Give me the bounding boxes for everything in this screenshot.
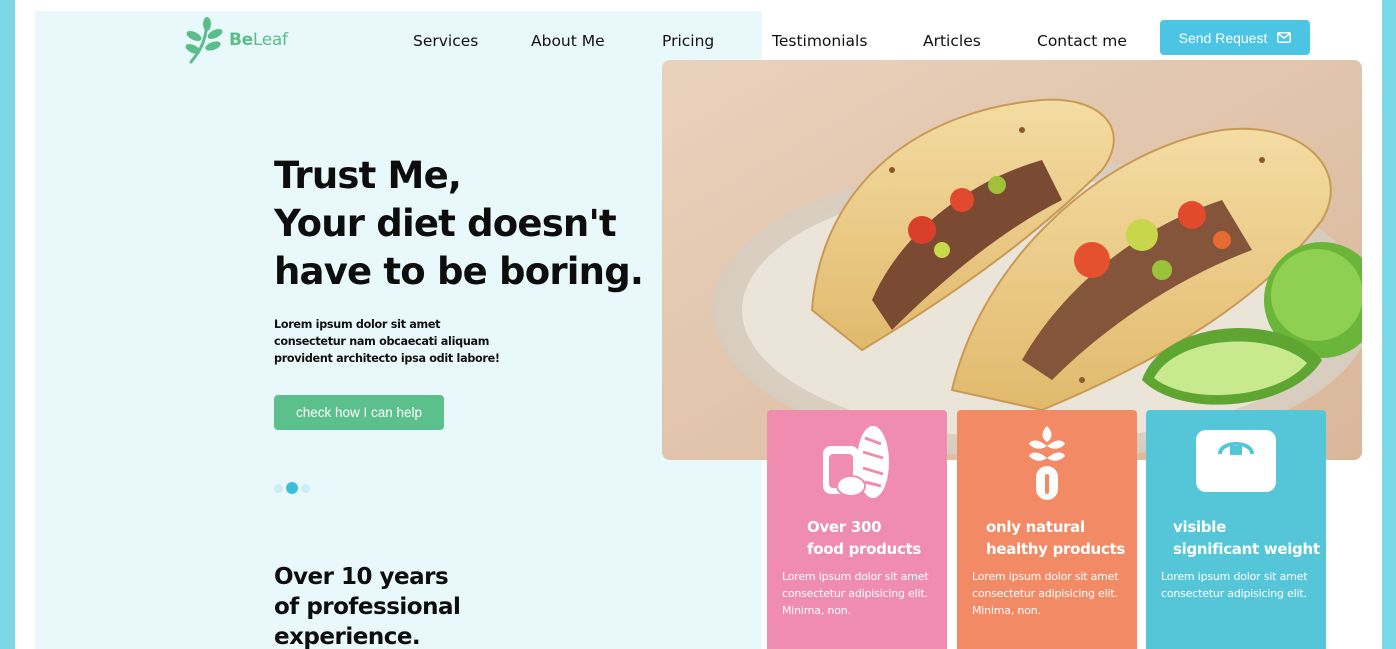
experience-title: Over 10 years of professional experience… xyxy=(274,562,534,649)
leaf-logo-icon xyxy=(185,17,223,64)
hero-title-line: Trust Me, xyxy=(274,154,462,197)
brand-name-part1: Be xyxy=(229,30,253,50)
page: BeLeaf Services About Me Pricing Testimo… xyxy=(15,0,1382,649)
feature-title-line: food products xyxy=(807,540,922,558)
feature-text: Lorem ipsum dolor sit amet consectetur a… xyxy=(1161,570,1308,600)
feature-title: visible significant weight xyxy=(1173,516,1320,560)
feature-title-line: healthy products xyxy=(986,540,1126,558)
feature-title: only natural healthy products xyxy=(986,516,1125,560)
nav-contact-me[interactable]: Contact me xyxy=(1037,32,1127,50)
feature-title-line: significant weight xyxy=(1173,540,1320,558)
hero-title-line: have to be boring. xyxy=(274,250,644,293)
feature-text: Lorem ipsum dolor sit amet consectetur a… xyxy=(972,570,1119,617)
carousel-dot[interactable] xyxy=(301,483,310,493)
scale-icon xyxy=(1146,424,1326,504)
nav-pricing[interactable]: Pricing xyxy=(662,32,714,50)
experience-title-line: experience. xyxy=(274,624,421,649)
feature-title-line: only natural xyxy=(986,518,1085,536)
carousel-dot[interactable] xyxy=(274,483,283,493)
brand-name-part2: Leaf xyxy=(252,30,288,50)
tacos-photo xyxy=(662,60,1362,460)
feature-title-line: Over 300 xyxy=(807,518,882,536)
nav-testimonials[interactable]: Testimonials xyxy=(772,32,867,50)
send-request-label: Send Request xyxy=(1178,29,1268,46)
hero-title-line: Your diet doesn't xyxy=(274,202,617,245)
feature-card-weight[interactable]: visible significant weight Lorem ipsum d… xyxy=(1146,410,1326,649)
feature-title: Over 300 food products xyxy=(807,516,921,560)
plant-test-tube-icon xyxy=(957,424,1137,504)
check-how-i-can-help-button[interactable]: check how I can help xyxy=(274,395,444,430)
tacos-illustration xyxy=(662,60,1362,460)
feature-text: Lorem ipsum dolor sit amet consectetur a… xyxy=(782,570,929,617)
feature-card-natural-products[interactable]: only natural healthy products Lorem ipsu… xyxy=(957,410,1137,649)
carousel-dot-active[interactable] xyxy=(286,482,298,494)
envelope-icon xyxy=(1277,32,1292,43)
nav-about-me[interactable]: About Me xyxy=(531,32,605,50)
nav-services[interactable]: Services xyxy=(413,32,478,50)
hero-description: Lorem ipsum dolor sit amet consectetur n… xyxy=(274,318,500,365)
bread-icon xyxy=(767,424,947,504)
hero-title: Trust Me, Your diet doesn't have to be b… xyxy=(274,152,654,296)
feature-title-line: visible xyxy=(1173,518,1226,536)
carousel-dots xyxy=(274,482,310,494)
brand-name: BeLeaf xyxy=(229,30,288,50)
nav-articles[interactable]: Articles xyxy=(923,32,981,50)
send-request-button[interactable]: Send Request xyxy=(1160,20,1310,55)
feature-card-food-products[interactable]: Over 300 food products Lorem ipsum dolor… xyxy=(767,410,947,649)
experience-title-line: of professional xyxy=(274,594,461,620)
brand-logo[interactable]: BeLeaf xyxy=(185,16,288,64)
experience-title-line: Over 10 years xyxy=(274,564,449,590)
